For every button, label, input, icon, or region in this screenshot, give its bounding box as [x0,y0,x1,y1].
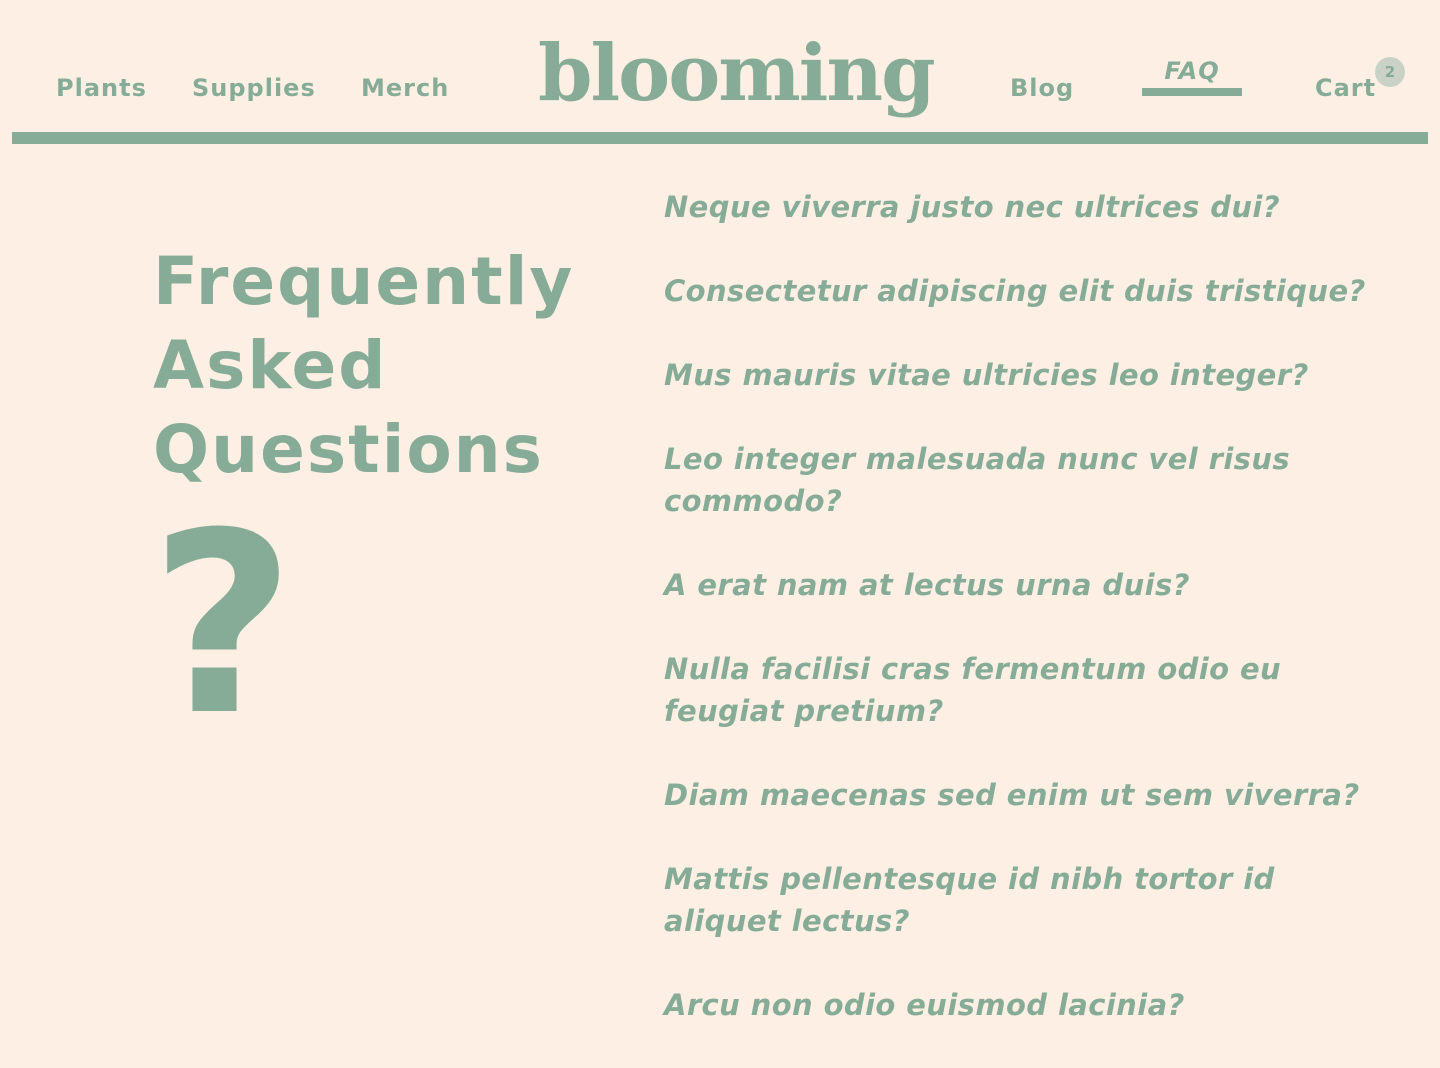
faq-question[interactable]: Nulla facilisi cras fermentum odio eu fe… [664,648,1304,732]
nav-link-blog[interactable]: Blog [1010,70,1074,106]
site-header: Plants Supplies Merch blooming Blog FAQ … [0,0,1440,145]
site-logo[interactable]: blooming [538,14,936,134]
page-title: Frequently Asked Questions [153,240,573,492]
page-title-line: Asked [153,327,388,404]
nav-link-plants[interactable]: Plants [56,70,147,106]
faq-question[interactable]: Diam maecenas sed enim ut sem viverra? [664,774,1384,816]
faq-question[interactable]: Arcu non odio euismod lacinia? [664,984,1384,1026]
nav-link-supplies[interactable]: Supplies [192,70,316,106]
faq-question[interactable]: Leo integer malesuada nunc vel risus com… [664,438,1304,522]
faq-question[interactable]: A erat nam at lectus urna duis? [664,564,1384,606]
nav-link-merch[interactable]: Merch [361,70,449,106]
nav-link-faq[interactable]: FAQ [1142,54,1242,96]
page-title-line: Frequently [153,243,575,320]
cart-count-badge[interactable]: 2 [1375,57,1405,87]
faq-list: Neque viverra justo nec ultrices dui? Co… [664,186,1384,1068]
header-divider [12,132,1428,144]
faq-question[interactable]: Mattis pellentesque id nibh tortor id al… [664,858,1384,942]
faq-question[interactable]: Mus mauris vitae ultricies leo integer? [664,354,1384,396]
faq-question[interactable]: Consectetur adipiscing elit duis tristiq… [664,270,1384,312]
question-mark-icon: ? [150,479,296,770]
faq-question[interactable]: Neque viverra justo nec ultrices dui? [664,186,1384,228]
nav-link-cart[interactable]: Cart [1315,70,1376,106]
